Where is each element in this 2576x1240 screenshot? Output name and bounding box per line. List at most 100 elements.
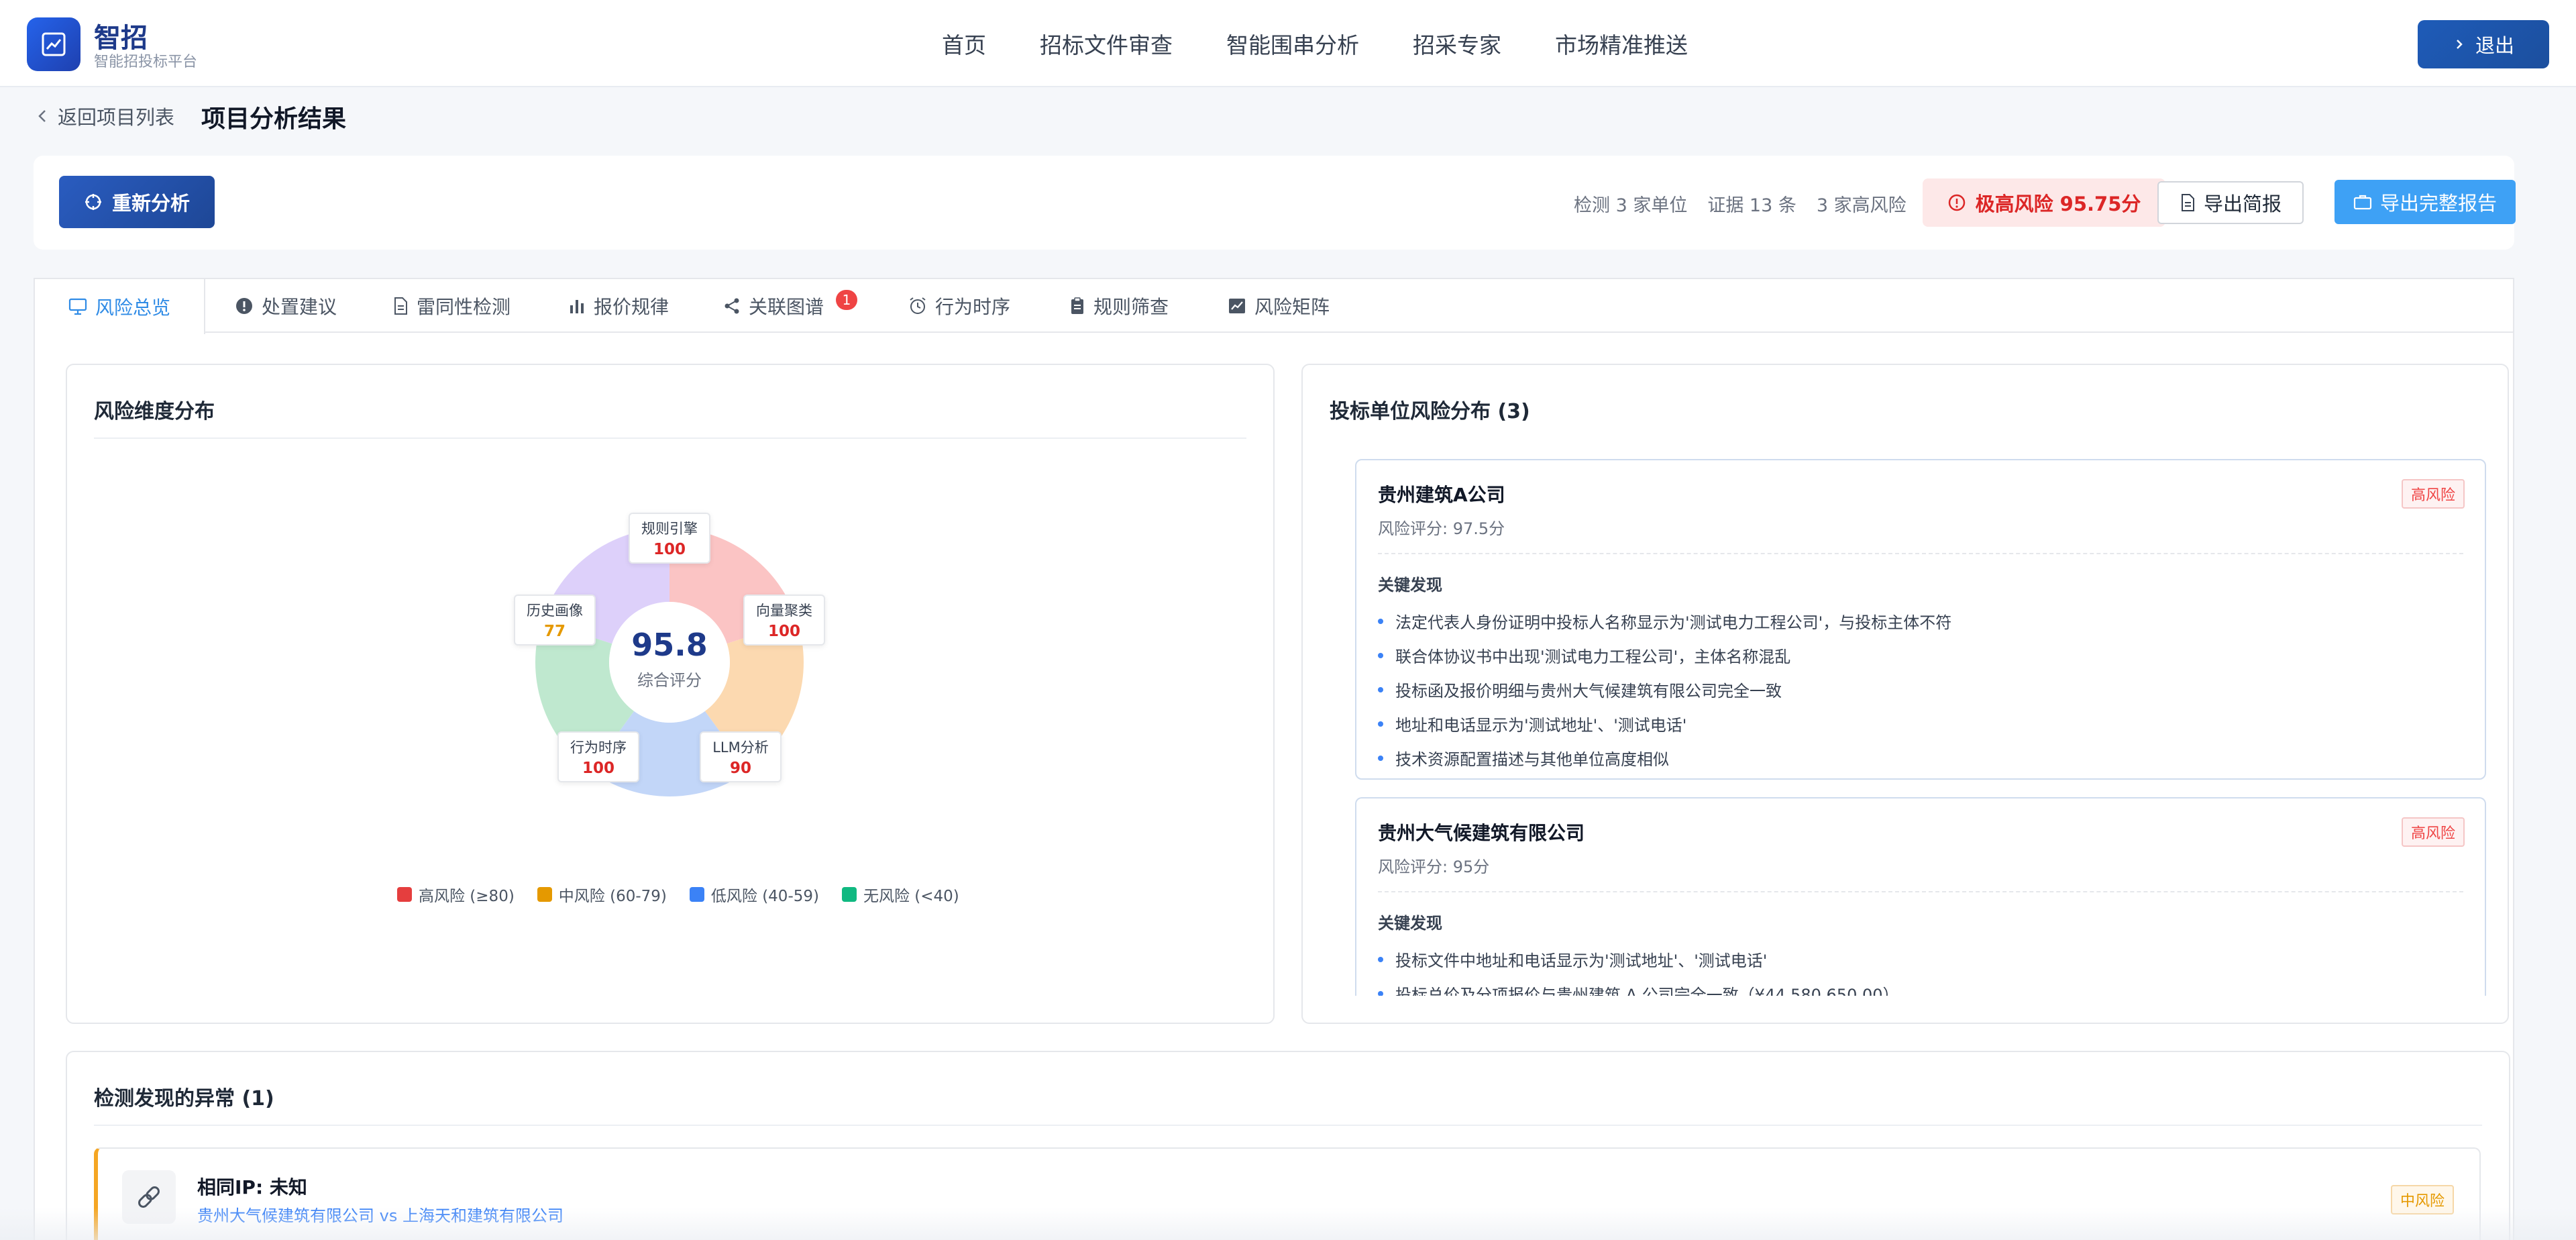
export-full-label: 导出完整报告 (2379, 192, 2497, 215)
export-full-report-button[interactable]: 导出完整报告 (2334, 180, 2516, 224)
tab-label: 风险总览 (95, 297, 170, 319)
panel-title: 风险维度分布 (94, 400, 215, 423)
legend-medium: 中风险 (60-79) (537, 883, 667, 906)
legend-label: 中风险 (60-79) (558, 888, 667, 905)
analysis-tabs: 风险总览 处置建议 雷同性检测 报价规律 关联图谱 1 行为时序 规则筛查 风险… (35, 279, 2513, 334)
crosshair-icon (85, 194, 101, 210)
tab-risk-matrix[interactable]: 风险矩阵 (1199, 279, 1358, 333)
back-label: 返回项目列表 (58, 106, 175, 129)
dimension-label-llm: LLM分析 90 (700, 731, 782, 782)
overall-risk-badge: 极高风险 95.75分 (1923, 178, 2165, 227)
divider (94, 1125, 2482, 1126)
legend-label: 无风险 (<40) (863, 888, 959, 905)
company-score: 风险评分: 95分 (1378, 858, 1490, 876)
alarm-clock-icon (910, 297, 926, 314)
share-icon (724, 298, 739, 314)
tab-label: 规则筛查 (1093, 296, 1169, 318)
export-brief-button[interactable]: 导出简报 (2157, 181, 2304, 224)
tab-pricing-pattern[interactable]: 报价规律 (537, 279, 700, 333)
company-score: 风险评分: 97.5分 (1378, 519, 1505, 538)
logout-button[interactable]: 退出 (2418, 20, 2549, 68)
tab-relation-graph[interactable]: 关联图谱 1 (700, 279, 880, 333)
tab-risk-overview[interactable]: 风险总览 (35, 279, 205, 334)
legend-label: 高风险 (≥80) (419, 888, 515, 905)
risk-legend: 高风险 (≥80) 中风险 (60-79) 低风险 (40-59) 无风险 (<… (397, 883, 959, 906)
tab-label: 报价规律 (593, 296, 669, 318)
detection-stats: 检测 3 家单位 证据 13 条 3 家高风险 (1574, 191, 1937, 217)
risk-level-badge: 高风险 (2401, 817, 2465, 847)
nav-tender-review[interactable]: 招标文件审查 (1040, 28, 1173, 60)
file-icon (2181, 194, 2194, 211)
dimension-value: 90 (729, 760, 751, 777)
overall-risk-label: 极高风险 95.75分 (1975, 193, 2141, 215)
monitor-icon (68, 298, 87, 315)
logout-label: 退出 (2475, 34, 2514, 57)
anomaly-title: 相同IP: 未知 (197, 1176, 307, 1198)
nav-home[interactable]: 首页 (942, 28, 986, 60)
divider (1378, 553, 2463, 554)
notification-badge: 1 (836, 290, 857, 310)
dimension-name: 向量聚类 (756, 603, 812, 619)
dimension-name: 规则引擎 (641, 521, 698, 537)
dimension-value: 77 (543, 623, 566, 640)
findings-title: 关键发现 (1378, 914, 1442, 933)
tab-label: 风险矩阵 (1254, 296, 1330, 318)
dimension-name: LLM分析 (712, 739, 769, 756)
tab-label: 处置建议 (261, 296, 337, 318)
legend-swatch (689, 887, 704, 902)
chevron-right-icon (2457, 40, 2463, 49)
finding-item: 投标文件中地址和电话显示为'测试地址'、'测试电话' (1378, 942, 1899, 976)
nav-collusion-analysis[interactable]: 智能围串分析 (1226, 28, 1359, 60)
legend-swatch (537, 887, 552, 902)
panel-title: 检测发现的异常 (1) (94, 1087, 274, 1110)
line-chart-icon (1228, 299, 1245, 313)
company-card[interactable]: 贵州建筑A公司 风险评分: 97.5分 高风险 关键发现 法定代表人身份证明中投… (1355, 459, 2486, 780)
dimension-value: 100 (653, 541, 686, 558)
dimension-label-history: 历史画像 77 (514, 595, 596, 645)
trend-chart-icon[interactable] (27, 17, 80, 71)
risk-level-badge: 高风险 (2401, 479, 2465, 509)
legend-low: 低风险 (40-59) (689, 883, 819, 906)
finding-item: 投标函及报价明细与贵州大气候建筑有限公司完全一致 (1378, 672, 1951, 707)
legend-swatch (397, 887, 412, 902)
stat-evidence: 证据 13 条 (1707, 195, 1796, 216)
finding-item: 联合体协议书中出现'测试电力工程公司'，主体名称混乱 (1378, 638, 1951, 672)
finding-item: 地址和电话显示为'测试地址'、'测试电话' (1378, 707, 1951, 741)
dimension-value: 100 (767, 623, 800, 640)
tab-similarity-check[interactable]: 雷同性检测 (366, 279, 537, 333)
legend-high: 高风险 (≥80) (397, 883, 515, 906)
legend-label: 低风险 (40-59) (710, 888, 819, 905)
stat-high-risk: 3 家高风险 (1816, 195, 1907, 216)
tab-behavior-timeline[interactable]: 行为时序 (880, 279, 1038, 333)
dimension-label-rules: 规则引擎 100 (629, 513, 710, 564)
export-brief-label: 导出简报 (2203, 193, 2282, 215)
dimension-name: 历史画像 (527, 603, 583, 619)
clipboard-icon (1071, 297, 1083, 314)
nav-market-push[interactable]: 市场精准推送 (1555, 28, 1688, 60)
dimension-name: 行为时序 (570, 739, 627, 756)
briefcase-icon (2353, 195, 2372, 210)
findings-list: 法定代表人身份证明中投标人名称显示为'测试电力工程公司'，与投标主体不符 联合体… (1378, 604, 1951, 775)
tab-rule-screening[interactable]: 规则筛查 (1038, 279, 1199, 333)
bar-chart-icon (570, 300, 584, 313)
top-header: 智招 智能招投标平台 首页 招标文件审查 智能围串分析 招采专家 市场精准推送 … (0, 0, 2576, 87)
divider (1378, 891, 2463, 892)
reanalyze-button[interactable]: 重新分析 (59, 176, 215, 228)
risk-dimension-panel: 风险维度分布 (66, 364, 1275, 1024)
legend-none: 无风险 (<40) (841, 883, 959, 906)
tab-disposal-advice[interactable]: 处置建议 (205, 279, 366, 333)
findings-list: 投标文件中地址和电话显示为'测试地址'、'测试电话' 投标总价及分项报价与贵州建… (1378, 942, 1899, 996)
app-subtitle: 智能招投标平台 (94, 54, 198, 70)
nav-procurement-expert[interactable]: 招采专家 (1413, 28, 1501, 60)
alert-icon (235, 298, 252, 314)
tab-label: 雷同性检测 (416, 296, 511, 318)
toolbar-card: 重新分析 检测 3 家单位 证据 13 条 3 家高风险 极高风险 95.75分… (34, 156, 2516, 250)
company-card[interactable]: 贵州大气候建筑有限公司 风险评分: 95分 高风险 关键发现 投标文件中地址和电… (1355, 797, 2486, 996)
panel-title: 投标单位风险分布 (3) (1330, 400, 1530, 423)
divider (94, 437, 1246, 439)
company-name: 贵州建筑A公司 (1378, 484, 1505, 506)
back-to-list-link[interactable]: 返回项目列表 (36, 102, 174, 130)
warning-circle-icon (1948, 194, 1965, 211)
main-nav: 首页 招标文件审查 智能围串分析 招采专家 市场精准推送 (942, 0, 1688, 87)
overall-score-label: 综合评分 (637, 671, 702, 690)
